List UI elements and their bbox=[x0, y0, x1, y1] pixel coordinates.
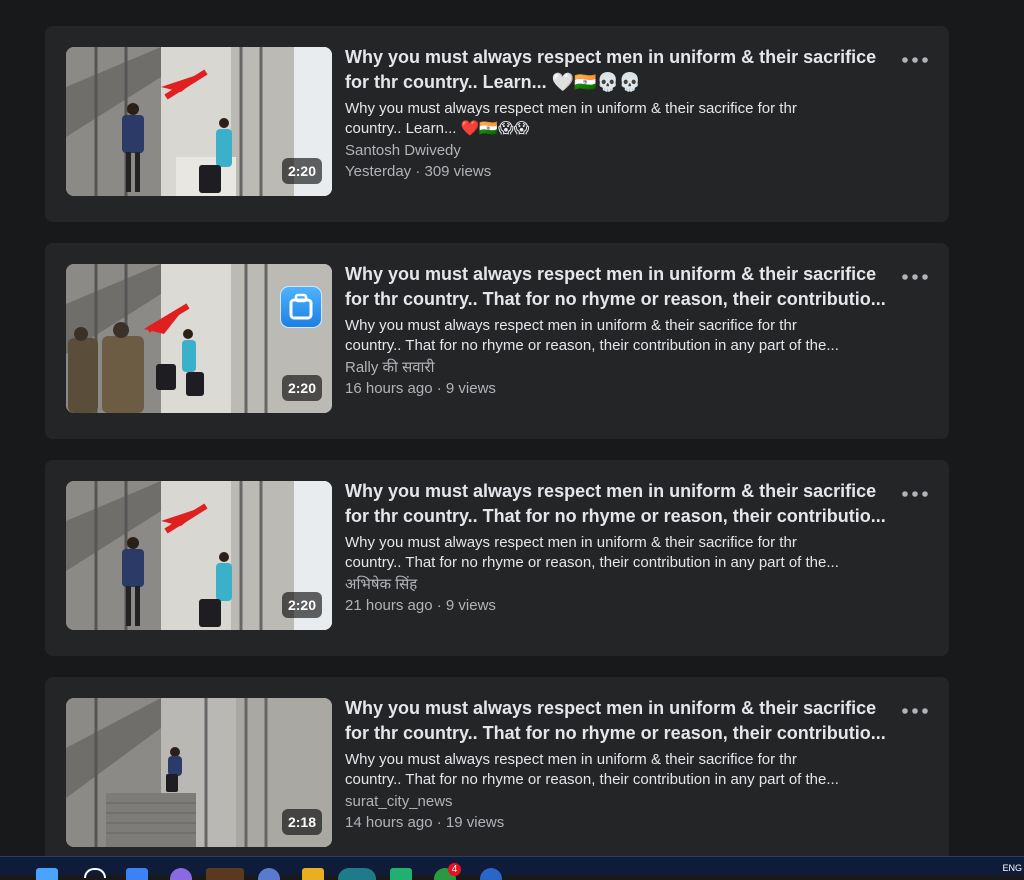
video-thumbnail[interactable]: 2:18 bbox=[66, 698, 332, 847]
channel-name[interactable]: surat_city_news bbox=[345, 792, 890, 812]
video-meta: 14 hours ago · 19 views bbox=[345, 814, 505, 831]
file-explorer-icon[interactable] bbox=[206, 868, 244, 880]
video-info: Why you must always respect men in unifo… bbox=[345, 45, 890, 182]
notification-badge: 4 bbox=[448, 863, 461, 876]
video-card[interactable]: 2:18 Why you must always respect men in … bbox=[45, 677, 949, 856]
video-description-line1: Why you must always respect men in unifo… bbox=[345, 534, 797, 551]
app-icon[interactable] bbox=[302, 868, 324, 880]
edge-browser-icon[interactable] bbox=[338, 868, 376, 880]
video-description-line2: country.. That for no rhyme or reason, t… bbox=[345, 771, 839, 788]
video-thumbnail[interactable]: 2:20 bbox=[66, 481, 332, 630]
video-info: Why you must always respect men in unifo… bbox=[345, 696, 890, 833]
app-icon[interactable] bbox=[480, 868, 502, 880]
search-icon[interactable] bbox=[84, 868, 106, 878]
language-indicator[interactable]: ENG bbox=[1002, 863, 1022, 873]
app-icon[interactable] bbox=[390, 868, 412, 880]
video-card[interactable]: 2:20 Why you must always respect men in … bbox=[45, 26, 949, 222]
video-thumbnail[interactable]: 2:20 bbox=[66, 264, 332, 413]
video-meta: 16 hours ago · 9 views bbox=[345, 380, 496, 397]
video-description-line2: country.. Learn... ❤️🇮🇳😱😱 bbox=[345, 120, 530, 137]
more-options-icon[interactable] bbox=[901, 487, 929, 501]
video-title-line2[interactable]: for thr country.. That for no rhyme or r… bbox=[345, 721, 890, 746]
video-duration: 2:18 bbox=[281, 809, 322, 835]
video-card[interactable]: 2:20 Why you must always respect men in … bbox=[45, 243, 949, 439]
video-meta: 21 hours ago · 9 views bbox=[345, 597, 496, 614]
video-description-line2: country.. That for no rhyme or reason, t… bbox=[345, 337, 839, 354]
video-card[interactable]: 2:20 Why you must always respect men in … bbox=[45, 460, 949, 656]
video-description-line1: Why you must always respect men in unifo… bbox=[345, 317, 797, 334]
video-feed: 2:20 Why you must always respect men in … bbox=[0, 0, 1024, 856]
video-title-line2[interactable]: for thr country.. That for no rhyme or r… bbox=[345, 287, 890, 312]
video-duration: 2:20 bbox=[281, 375, 322, 401]
video-description-line2: country.. That for no rhyme or reason, t… bbox=[345, 554, 839, 571]
video-title-line1[interactable]: Why you must always respect men in unifo… bbox=[345, 262, 890, 287]
more-options-icon[interactable] bbox=[901, 53, 929, 67]
more-options-icon[interactable] bbox=[901, 270, 929, 284]
video-duration: 2:20 bbox=[281, 158, 322, 184]
channel-name[interactable]: Rally की सवारी bbox=[345, 358, 890, 378]
video-title-line1[interactable]: Why you must always respect men in unifo… bbox=[345, 45, 890, 70]
video-meta: Yesterday · 309 views bbox=[345, 163, 492, 180]
taskbar: 4 ENG bbox=[0, 856, 1024, 880]
video-description-line1: Why you must always respect men in unifo… bbox=[345, 751, 797, 768]
more-options-icon[interactable] bbox=[901, 704, 929, 718]
luggage-icon bbox=[280, 286, 322, 328]
video-duration: 2:20 bbox=[281, 592, 322, 618]
windows-start-icon[interactable] bbox=[36, 868, 58, 880]
channel-name[interactable]: अभिषेक सिंह bbox=[345, 575, 890, 595]
video-description-line1: Why you must always respect men in unifo… bbox=[345, 100, 797, 117]
task-view-icon[interactable] bbox=[126, 868, 148, 880]
video-title-line2[interactable]: for thr country.. Learn... 🤍🇮🇳💀💀 bbox=[345, 70, 890, 95]
chat-icon[interactable] bbox=[170, 868, 192, 880]
settings-icon[interactable] bbox=[258, 868, 280, 880]
video-title-line1[interactable]: Why you must always respect men in unifo… bbox=[345, 696, 890, 721]
video-thumbnail[interactable]: 2:20 bbox=[66, 47, 332, 196]
channel-name[interactable]: Santosh Dwivedy bbox=[345, 141, 890, 161]
video-title-line1[interactable]: Why you must always respect men in unifo… bbox=[345, 479, 890, 504]
video-title-line2[interactable]: for thr country.. That for no rhyme or r… bbox=[345, 504, 890, 529]
video-info: Why you must always respect men in unifo… bbox=[345, 479, 890, 616]
video-info: Why you must always respect men in unifo… bbox=[345, 262, 890, 399]
